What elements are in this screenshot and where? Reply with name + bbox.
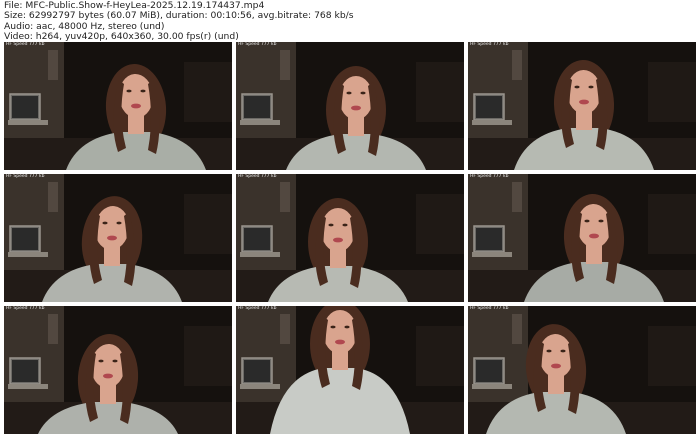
eye-left	[102, 221, 108, 225]
door-frame	[280, 182, 290, 212]
stream-speed-overlay: HF Speed 777 kb	[6, 42, 45, 47]
frame-image	[236, 42, 464, 170]
video-frame-thumbnail[interactable]: HF Speed 777 kb	[4, 42, 232, 170]
laptop-display	[12, 96, 38, 118]
laptop-display	[244, 360, 270, 382]
eye-right	[140, 89, 146, 93]
lips	[103, 373, 113, 379]
video-frame-thumbnail[interactable]: HF Speed 777 kb	[468, 174, 696, 302]
frame-image	[468, 174, 696, 302]
lips	[107, 235, 117, 241]
shelf-right	[184, 62, 232, 122]
door-frame	[512, 50, 522, 80]
laptop-base	[240, 252, 280, 257]
eye-left	[330, 325, 336, 329]
eye-right	[342, 223, 348, 227]
lips	[333, 237, 343, 243]
frame-image	[4, 42, 232, 170]
frame-image	[468, 42, 696, 170]
stream-speed-overlay: HF Speed 777 kb	[238, 306, 277, 311]
eye-left	[328, 223, 334, 227]
stream-speed-overlay: HF Speed 777 kb	[470, 306, 509, 311]
laptop-base	[472, 120, 512, 125]
stream-speed-overlay: HF Speed 777 kb	[6, 174, 45, 179]
door-frame	[48, 182, 58, 212]
frame-image	[236, 174, 464, 302]
eye-left	[126, 89, 132, 93]
lips	[131, 103, 141, 109]
shelf-right	[184, 194, 232, 254]
shelf-right	[648, 326, 696, 386]
file-size-line: Size: 62992797 bytes (60.07 MiB), durati…	[4, 11, 354, 22]
laptop-base	[240, 120, 280, 125]
eye-right	[588, 85, 594, 89]
stream-speed-overlay: HF Speed 777 kb	[238, 42, 277, 47]
laptop-display	[12, 228, 38, 250]
eye-left	[98, 359, 104, 363]
shelf-right	[416, 326, 464, 386]
laptop-display	[244, 228, 270, 250]
shelf-right	[184, 326, 232, 386]
face	[323, 310, 357, 354]
frame-image	[4, 306, 232, 434]
stream-speed-overlay: HF Speed 777 kb	[470, 174, 509, 179]
laptop-display	[244, 96, 270, 118]
lips	[589, 233, 599, 239]
thumbnail-grid: HF Speed 777 kb HF Speed 777 kb HF Speed 7…	[4, 42, 696, 434]
lips	[579, 99, 589, 105]
eye-right	[360, 91, 366, 95]
door-frame	[512, 182, 522, 212]
eye-right	[116, 221, 122, 225]
shelf-right	[416, 62, 464, 122]
laptop-base	[472, 252, 512, 257]
eye-left	[574, 85, 580, 89]
door-frame	[48, 50, 58, 80]
stream-speed-overlay: HF Speed 777 kb	[238, 174, 277, 179]
face	[339, 76, 373, 120]
lips	[551, 363, 561, 369]
video-frame-thumbnail[interactable]: HF Speed 777 kb	[468, 42, 696, 170]
eye-right	[560, 349, 566, 353]
shelf-right	[648, 194, 696, 254]
eye-right	[598, 219, 604, 223]
lips	[351, 105, 361, 111]
eye-left	[584, 219, 590, 223]
door-frame	[280, 314, 290, 344]
stream-speed-overlay: HF Speed 777 kb	[470, 42, 509, 47]
audio-info-line: Audio: aac, 48000 Hz, stereo (und)	[4, 21, 165, 32]
frame-image	[4, 174, 232, 302]
laptop-base	[472, 384, 512, 389]
eye-left	[346, 91, 352, 95]
laptop-display	[12, 360, 38, 382]
laptop-display	[476, 96, 502, 118]
video-frame-thumbnail[interactable]: HF Speed 777 kb	[4, 174, 232, 302]
video-frame-thumbnail[interactable]: HF Speed 777 kb	[468, 306, 696, 434]
door-frame	[512, 314, 522, 344]
frame-image	[236, 306, 464, 434]
eye-right	[112, 359, 118, 363]
shelf-right	[416, 194, 464, 254]
shelf-right	[648, 62, 696, 122]
face	[321, 208, 355, 252]
door-frame	[48, 314, 58, 344]
eye-right	[344, 325, 350, 329]
laptop-base	[8, 120, 48, 125]
lips	[335, 339, 345, 345]
stream-speed-overlay: HF Speed 777 kb	[6, 306, 45, 311]
video-frame-thumbnail[interactable]: HF Speed 777 kb	[236, 306, 464, 434]
laptop-display	[476, 228, 502, 250]
laptop-display	[476, 360, 502, 382]
video-frame-thumbnail[interactable]: HF Speed 777 kb	[4, 306, 232, 434]
frame-image	[468, 306, 696, 434]
door-frame	[280, 50, 290, 80]
eye-left	[546, 349, 552, 353]
laptop-base	[8, 252, 48, 257]
laptop-base	[240, 384, 280, 389]
laptop-base	[8, 384, 48, 389]
contact-sheet-header: File: MFC-Public.Show-f-HeyLea-2025.12.1…	[4, 1, 696, 43]
video-frame-thumbnail[interactable]: HF Speed 777 kb	[236, 174, 464, 302]
file-name-line: File: MFC-Public.Show-f-HeyLea-2025.12.1…	[4, 1, 265, 11]
video-frame-thumbnail[interactable]: HF Speed 777 kb	[236, 42, 464, 170]
